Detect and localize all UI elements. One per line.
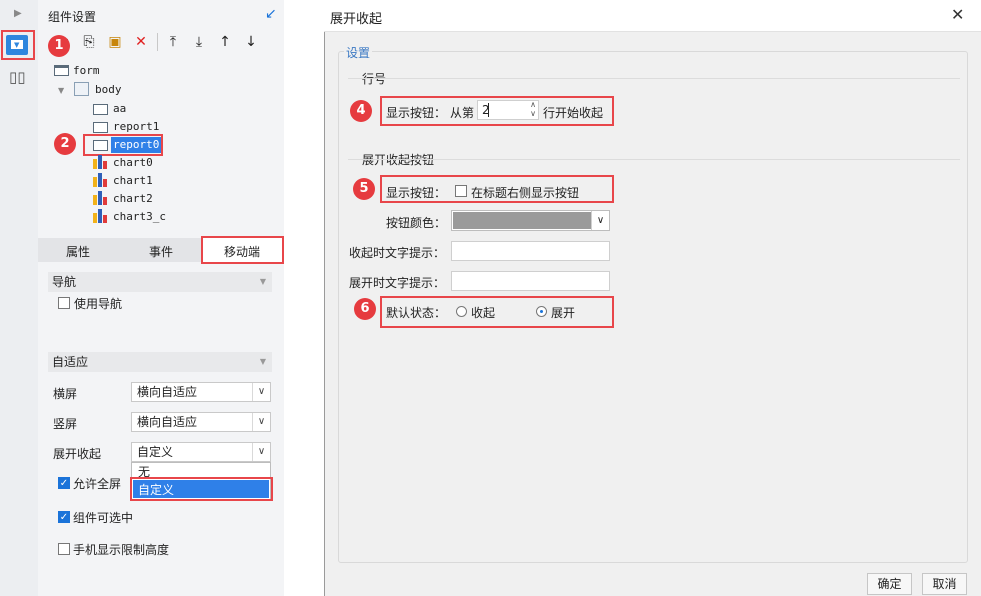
close-icon[interactable]: ✕: [951, 5, 964, 24]
chevron-down-icon: ▼: [259, 357, 266, 366]
settings-group-title: 设置: [344, 44, 373, 61]
move-bottom-icon[interactable]: ⤓: [191, 34, 207, 50]
toolbar-divider: [157, 33, 158, 51]
chevron-down-icon: ∨: [252, 413, 270, 431]
expand-collapse-label: 展开收起: [53, 447, 102, 461]
layout-icon[interactable]: ▯▯: [9, 68, 26, 86]
move-down-icon[interactable]: ↓: [243, 34, 259, 50]
step-badge-1: 1: [48, 35, 70, 57]
tab-properties[interactable]: 属性: [66, 243, 90, 260]
section-divider: [348, 78, 960, 79]
form-icon: [54, 65, 69, 76]
highlight-box-5: [380, 175, 614, 203]
portrait-value: 横向自适应: [137, 415, 198, 429]
chevron-down-icon: ∨: [591, 211, 609, 230]
cancel-button[interactable]: 取消: [922, 573, 967, 595]
allow-fullscreen-checkbox[interactable]: ✓: [58, 477, 70, 489]
landscape-value: 横向自适应: [137, 385, 198, 399]
tree-item-aa[interactable]: aa: [113, 101, 126, 117]
ok-button[interactable]: 确定: [867, 573, 912, 595]
chevron-down-icon: ∨: [252, 443, 270, 461]
panel-gap: [284, 0, 324, 596]
highlight-box-custom: [130, 477, 273, 501]
expanded-hint-label: 展开时文字提示：: [349, 276, 446, 290]
tree-collapse-icon[interactable]: ▼: [58, 86, 64, 95]
step-badge-6: 6: [354, 298, 376, 320]
highlight-box-6: [380, 296, 614, 328]
chart-icon: [93, 191, 107, 205]
component-selectable-checkbox[interactable]: ✓: [58, 511, 70, 523]
paste-icon[interactable]: ▣: [107, 34, 123, 50]
move-top-icon[interactable]: ⤒: [165, 34, 181, 50]
highlight-box-1: [1, 30, 35, 60]
step-badge-2: 2: [54, 133, 76, 155]
phone-limit-height-label: 手机显示限制高度: [73, 543, 170, 557]
expand-collapse-select[interactable]: 自定义 ∨: [131, 442, 271, 462]
section-adaptive[interactable]: 自适应 ▼: [48, 352, 272, 372]
move-up-icon[interactable]: ↑: [217, 34, 233, 50]
tree-item-body[interactable]: body: [95, 82, 122, 98]
tree-item-chart1[interactable]: chart1: [113, 173, 153, 189]
expand-collapse-value: 自定义: [137, 445, 174, 459]
section-divider: [348, 159, 960, 160]
step-badge-5: 5: [353, 178, 375, 200]
button-color-picker[interactable]: ∨: [451, 210, 610, 231]
highlight-box-2: [83, 134, 163, 156]
highlight-box-3: [201, 236, 284, 264]
left-icon-strip: ▶ ▼ ▯▯: [0, 0, 38, 596]
section-adaptive-label: 自适应: [52, 355, 89, 369]
portrait-label: 竖屏: [53, 417, 78, 431]
color-swatch: [453, 212, 591, 229]
chart-icon: [93, 209, 107, 223]
phone-limit-height-checkbox[interactable]: [58, 543, 70, 555]
delete-icon[interactable]: ✕: [133, 34, 149, 50]
chevron-down-icon: ∨: [252, 383, 270, 401]
panel-title: 组件设置: [48, 10, 97, 24]
use-nav-label: 使用导航: [74, 297, 123, 311]
body-icon: [74, 82, 89, 96]
step-badge-4: 4: [350, 100, 372, 122]
tab-events[interactable]: 事件: [149, 243, 173, 260]
tree-item-chart0[interactable]: chart0: [113, 155, 153, 171]
tree-item-chart2[interactable]: chart2: [113, 191, 153, 207]
use-nav-checkbox[interactable]: [58, 297, 70, 309]
chart-icon: [93, 155, 107, 169]
tree-item-chart3-c[interactable]: chart3_c: [113, 209, 166, 225]
landscape-select[interactable]: 横向自适应 ∨: [131, 382, 271, 402]
highlight-box-4: [380, 96, 614, 126]
collapsed-hint-label: 收起时文字提示：: [349, 246, 446, 260]
portrait-select[interactable]: 横向自适应 ∨: [131, 412, 271, 432]
allow-fullscreen-label: 允许全屏: [73, 477, 122, 491]
report-icon: [93, 104, 108, 115]
chart-icon: [93, 173, 107, 187]
chevron-down-icon: ▼: [259, 277, 266, 286]
section-nav-label: 导航: [52, 275, 77, 289]
tree-item-form[interactable]: form: [73, 63, 100, 79]
collapse-panel-icon[interactable]: ↙: [265, 6, 277, 22]
dialog-title-bar: [324, 0, 981, 32]
section-nav[interactable]: 导航 ▼: [48, 272, 272, 292]
collapsed-hint-input[interactable]: [451, 241, 610, 261]
copy-icon[interactable]: ⎘: [81, 34, 97, 50]
report-icon: [93, 122, 108, 133]
dialog-title: 展开收起: [330, 12, 383, 27]
tree-item-report1[interactable]: report1: [113, 119, 159, 135]
component-selectable-label: 组件可选中: [73, 511, 134, 525]
landscape-label: 横屏: [53, 387, 78, 401]
expand-arrow-icon[interactable]: ▶: [14, 8, 22, 19]
button-color-label: 按钮颜色：: [386, 216, 447, 230]
expanded-hint-input[interactable]: [451, 271, 610, 291]
